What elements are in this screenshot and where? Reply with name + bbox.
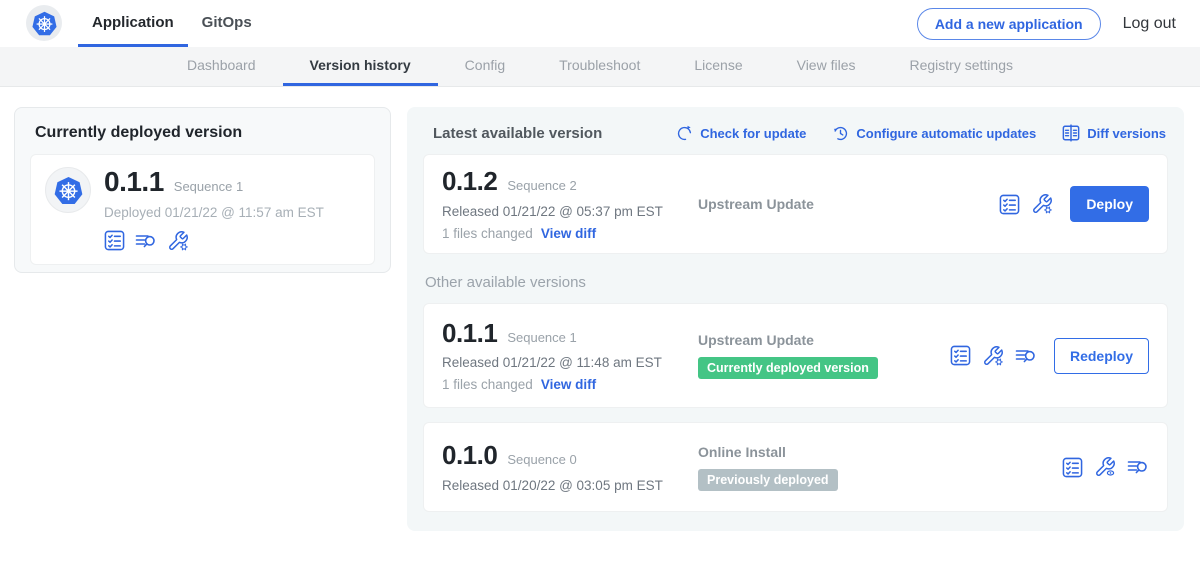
version-number: 0.1.1 — [442, 319, 497, 348]
admin-console-screen: Application GitOps Add a new application… — [0, 0, 1200, 564]
files-changed-label: 1 files changed — [442, 226, 533, 241]
panel-actions: Check for update Configure automatic upd… — [676, 124, 1166, 142]
tab-gitops-label: GitOps — [202, 14, 252, 31]
other-versions-heading: Other available versions — [425, 274, 1168, 291]
subnav-label: Config — [465, 57, 505, 73]
deploy-logs-icon[interactable] — [1127, 456, 1149, 478]
version-number: 0.1.2 — [442, 167, 497, 196]
preflight-checks-icon[interactable] — [950, 345, 971, 366]
subnav-tab-version-history[interactable]: Version history — [283, 47, 438, 86]
subnav-label: View files — [797, 57, 856, 73]
deploy-logs-icon[interactable] — [135, 230, 157, 252]
version-number: 0.1.0 — [442, 441, 497, 470]
kubernetes-logo-icon — [31, 10, 58, 37]
version-row-left: 0.1.1 Sequence 1 Released 01/21/22 @ 11:… — [442, 319, 698, 393]
diff-versions-icon — [1062, 124, 1080, 142]
check-for-update-link[interactable]: Check for update — [676, 124, 806, 142]
deployed-sequence-label: Sequence 1 — [174, 179, 243, 194]
app-header: Application GitOps Add a new application… — [0, 0, 1200, 47]
deploy-button[interactable]: Deploy — [1070, 186, 1149, 222]
subnav-label: License — [694, 57, 742, 73]
header-tabs: Application GitOps — [78, 0, 266, 47]
currently-deployed-card: Currently deployed version 0.1 — [14, 107, 391, 273]
version-row-source: Upstream Update Currently deployed versi… — [698, 332, 950, 379]
subnav-tab-troubleshoot[interactable]: Troubleshoot — [532, 47, 667, 86]
preflight-checks-icon[interactable] — [1062, 457, 1083, 478]
view-diff-link[interactable]: View diff — [541, 226, 596, 241]
config-icon[interactable] — [167, 230, 189, 252]
auto-update-icon — [832, 125, 849, 142]
preflight-checks-icon[interactable] — [104, 230, 125, 251]
deployed-timestamp: Deployed 01/21/22 @ 11:57 am EST — [104, 205, 324, 220]
deploy-logs-icon[interactable] — [1015, 345, 1037, 367]
subnav-label: Registry settings — [910, 57, 1013, 73]
logout-button[interactable]: Log out — [1123, 15, 1176, 33]
latest-version-heading: Latest available version — [433, 125, 602, 142]
deployed-icon-row — [104, 230, 324, 252]
configure-auto-updates-link[interactable]: Configure automatic updates — [832, 124, 1036, 142]
previously-deployed-badge: Previously deployed — [698, 469, 838, 491]
preflight-checks-icon[interactable] — [999, 194, 1020, 215]
source-label: Online Install — [698, 444, 1062, 460]
released-timestamp: Released 01/20/22 @ 03:05 pm EST — [442, 478, 698, 493]
version-row-actions — [1062, 456, 1149, 478]
version-row-0-1-2: 0.1.2 Sequence 2 Released 01/21/22 @ 05:… — [423, 154, 1168, 254]
deployed-card-title: Currently deployed version — [35, 124, 375, 142]
app-subnav: Dashboard Version history Config Trouble… — [0, 47, 1200, 87]
deployed-version-tile: 0.1.1 Sequence 1 Deployed 01/21/22 @ 11:… — [30, 154, 375, 265]
panel-header: Latest available version Check for updat… — [423, 122, 1168, 142]
redeploy-button[interactable]: Redeploy — [1054, 338, 1149, 374]
subnav-tab-view-files[interactable]: View files — [770, 47, 883, 86]
app-logo — [26, 5, 62, 41]
header-right: Add a new application Log out — [917, 0, 1200, 47]
tab-application-label: Application — [92, 14, 174, 31]
subnav-tab-registry-settings[interactable]: Registry settings — [883, 47, 1040, 86]
sequence-label: Sequence 1 — [507, 330, 576, 345]
sequence-label: Sequence 2 — [507, 178, 576, 193]
version-row-0-1-1: 0.1.1 Sequence 1 Released 01/21/22 @ 11:… — [423, 303, 1168, 408]
version-row-actions: Deploy — [999, 186, 1149, 222]
version-row-left: 0.1.0 Sequence 0 Released 01/20/22 @ 03:… — [442, 441, 698, 493]
subnav-tab-license[interactable]: License — [667, 47, 769, 86]
add-application-button[interactable]: Add a new application — [917, 8, 1101, 40]
deployed-version-number: 0.1.1 — [104, 167, 164, 198]
config-icon[interactable] — [1031, 193, 1053, 215]
released-timestamp: Released 01/21/22 @ 05:37 pm EST — [442, 204, 698, 219]
version-row-0-1-0: 0.1.0 Sequence 0 Released 01/20/22 @ 03:… — [423, 422, 1168, 512]
source-label: Upstream Update — [698, 196, 999, 212]
version-history-panel: Latest available version Check for updat… — [407, 107, 1184, 531]
config-view-icon[interactable] — [1094, 456, 1116, 478]
app-icon — [45, 167, 91, 213]
subnav-label: Version history — [310, 57, 411, 73]
version-row-source: Online Install Previously deployed — [698, 444, 1062, 491]
subnav-label: Dashboard — [187, 57, 256, 73]
version-row-actions: Redeploy — [950, 338, 1149, 374]
version-row-source: Upstream Update — [698, 196, 999, 212]
subnav-tab-config[interactable]: Config — [438, 47, 532, 86]
sequence-label: Sequence 0 — [507, 452, 576, 467]
config-icon[interactable] — [982, 345, 1004, 367]
tab-gitops[interactable]: GitOps — [188, 0, 266, 47]
check-for-update-label: Check for update — [700, 126, 806, 141]
version-row-left: 0.1.2 Sequence 2 Released 01/21/22 @ 05:… — [442, 167, 698, 241]
tab-application[interactable]: Application — [78, 0, 188, 47]
view-diff-link[interactable]: View diff — [541, 377, 596, 392]
subnav-label: Troubleshoot — [559, 57, 640, 73]
subnav-tab-dashboard[interactable]: Dashboard — [160, 47, 283, 86]
files-changed-label: 1 files changed — [442, 377, 533, 392]
currently-deployed-badge: Currently deployed version — [698, 357, 878, 379]
refresh-icon — [676, 125, 693, 142]
source-label: Upstream Update — [698, 332, 950, 348]
deployed-info: 0.1.1 Sequence 1 Deployed 01/21/22 @ 11:… — [104, 167, 324, 252]
kubernetes-app-icon — [53, 175, 84, 206]
released-timestamp: Released 01/21/22 @ 11:48 am EST — [442, 355, 698, 370]
diff-versions-link[interactable]: Diff versions — [1062, 124, 1166, 142]
configure-auto-updates-label: Configure automatic updates — [856, 126, 1036, 141]
diff-versions-label: Diff versions — [1087, 126, 1166, 141]
